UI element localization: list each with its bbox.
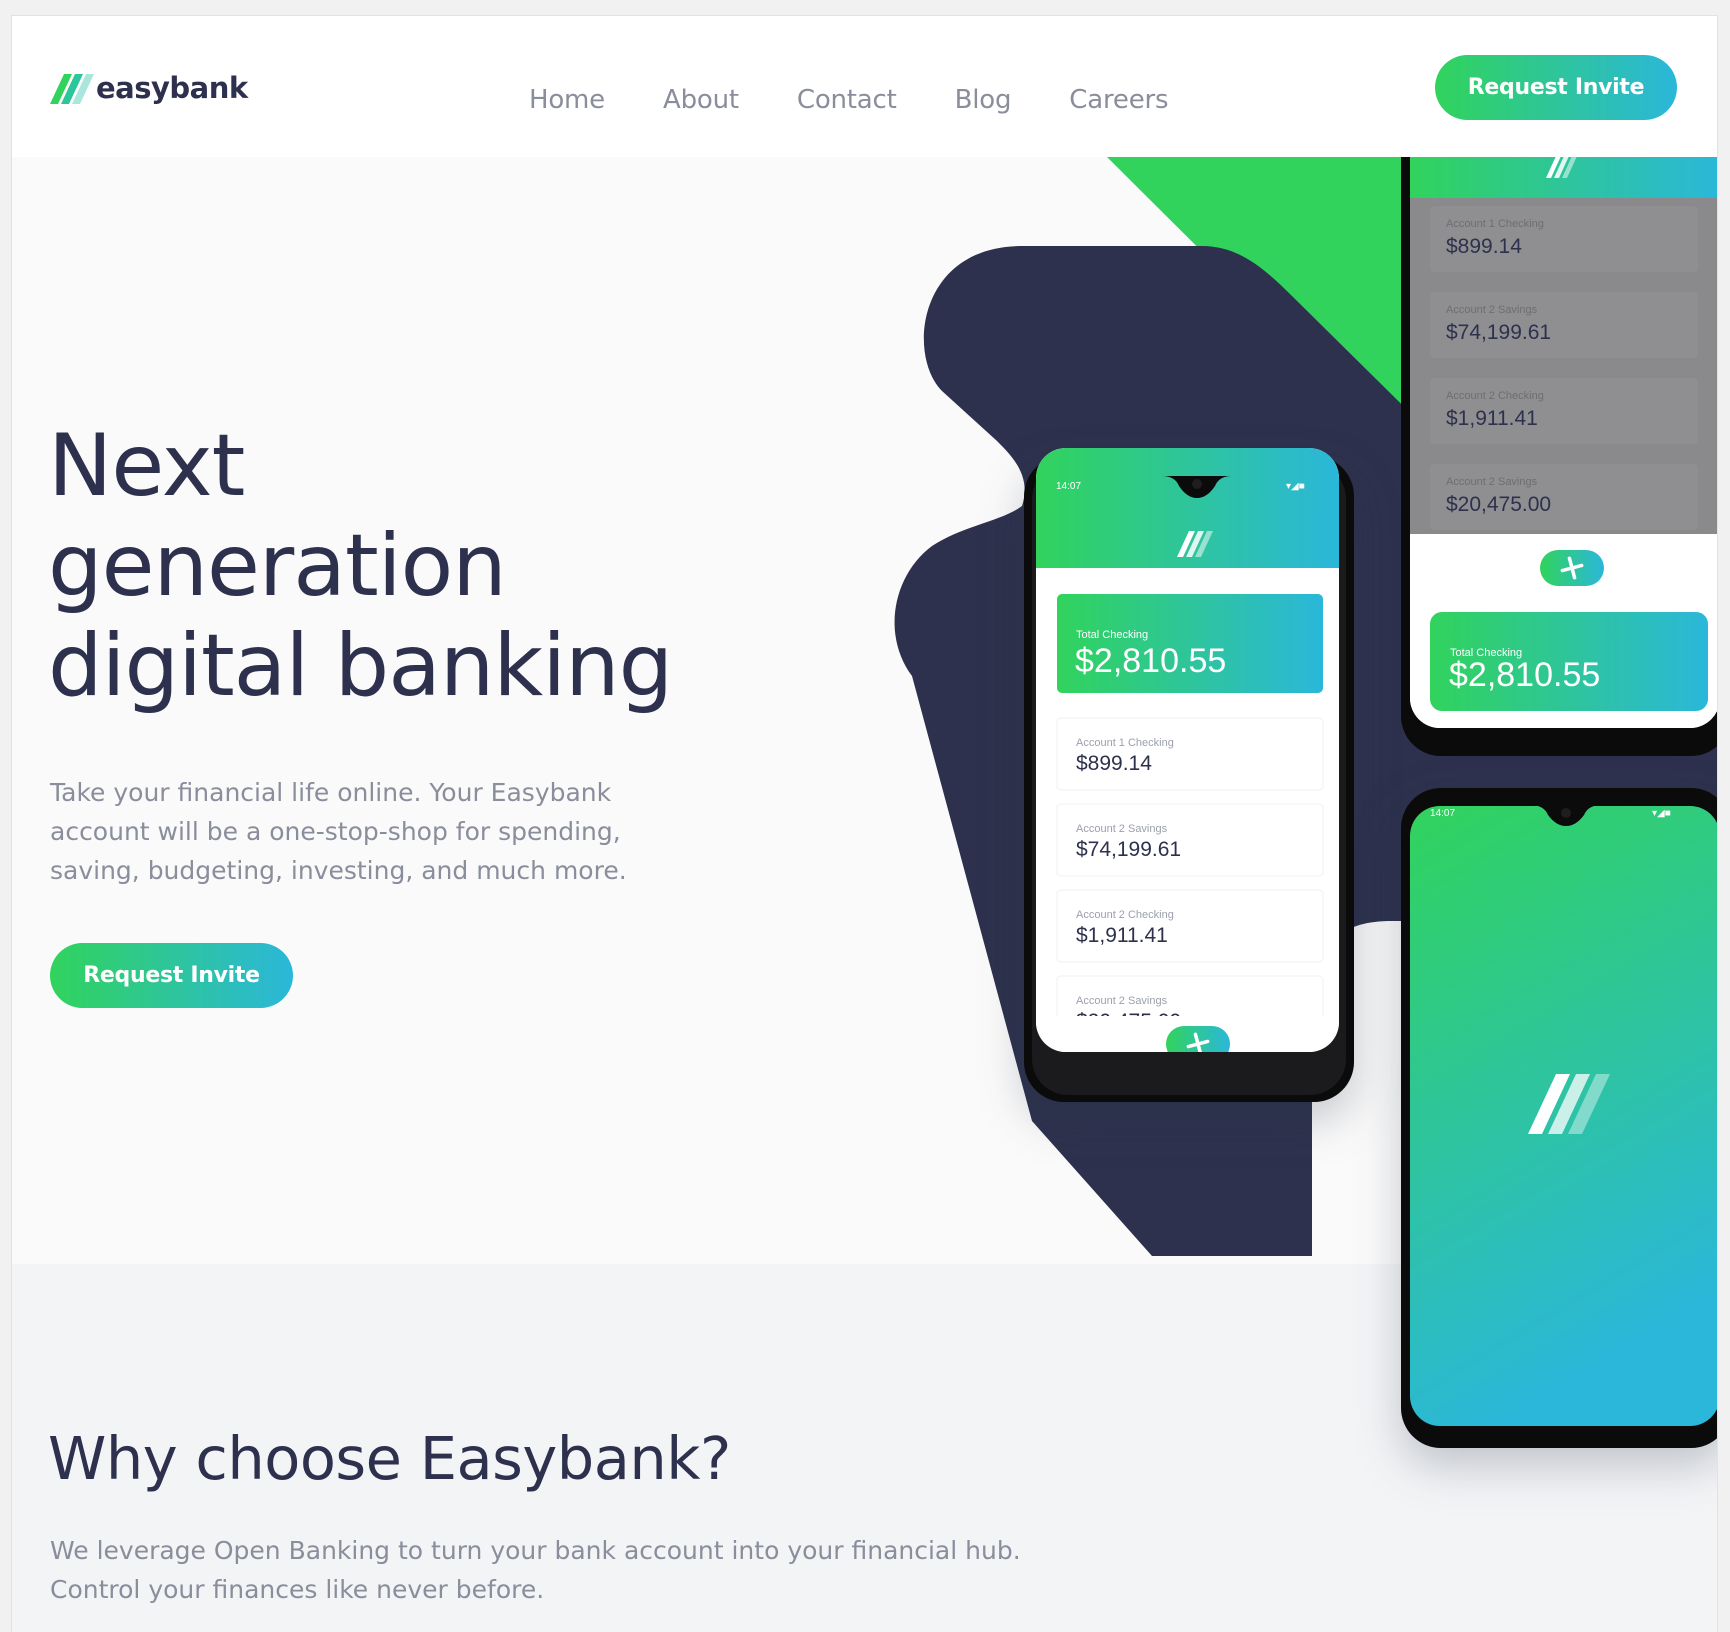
hero-title-line-3: digital banking [48, 616, 673, 716]
why-description: We leverage Open Banking to turn your ba… [50, 1536, 1021, 1604]
brand-logo[interactable]: easybank [50, 71, 248, 105]
main-nav: Home About Contact Blog Careers [529, 85, 1226, 115]
account-label-b2: Account 2 Savings [1446, 304, 1538, 316]
status-time-a: 14:07 [1056, 481, 1081, 492]
account-label-a4: Account 2 Savings [1076, 995, 1168, 1007]
account-label-b1: Account 1 Checking [1446, 218, 1544, 230]
status-time-c: 14:07 [1430, 808, 1455, 819]
nav-blog[interactable]: Blog [955, 85, 1012, 115]
why-title: Why choose Easybank? [48, 1424, 731, 1493]
account-amount-b4: $20,475.00 [1446, 493, 1551, 516]
hero-request-invite-button[interactable]: Request Invite [50, 943, 293, 1008]
account-amount-b3: $1,911.41 [1446, 407, 1538, 430]
total-amount-a: $2,810.55 [1075, 642, 1226, 680]
hero-description: Take your financial life online. Your Ea… [50, 778, 627, 885]
header-request-invite-button[interactable]: Request Invite [1435, 55, 1677, 120]
total-amount-b: $2,810.55 [1449, 656, 1600, 694]
status-icons-c: ▾◢■ [1652, 808, 1671, 819]
account-amount-a1: $899.14 [1076, 752, 1152, 775]
account-label-b4: Account 2 Savings [1446, 476, 1538, 488]
nav-home[interactable]: Home [529, 85, 605, 115]
status-icons-a: ▾◢■ [1286, 481, 1305, 492]
site-header: easybank Home About Contact Blog Careers… [12, 16, 1717, 157]
account-amount-b1: $899.14 [1446, 235, 1522, 258]
account-label-a2: Account 2 Savings [1076, 823, 1168, 835]
nav-careers[interactable]: Careers [1069, 85, 1168, 115]
nav-contact[interactable]: Contact [797, 85, 897, 115]
brand-name: easybank [96, 71, 248, 105]
account-amount-a3: $1,911.41 [1076, 924, 1168, 947]
account-amount-a2: $74,199.61 [1076, 838, 1181, 861]
account-label-a1: Account 1 Checking [1076, 737, 1174, 749]
hero-title: Next generation digital banking [48, 416, 768, 716]
easybank-logo-icon [50, 74, 94, 104]
account-label-b3: Account 2 Checking [1446, 390, 1544, 402]
account-amount-b2: $74,199.61 [1446, 321, 1551, 344]
account-label-a3: Account 2 Checking [1076, 909, 1174, 921]
hero-title-line-2: generation [48, 516, 507, 616]
landing-page: 14:07 ▾◢■ Total Checking $2,810.55 Accou… [11, 15, 1718, 1632]
total-label-a: Total Checking [1076, 629, 1148, 641]
hero-title-line-1: Next [48, 416, 245, 516]
nav-about[interactable]: About [663, 85, 739, 115]
